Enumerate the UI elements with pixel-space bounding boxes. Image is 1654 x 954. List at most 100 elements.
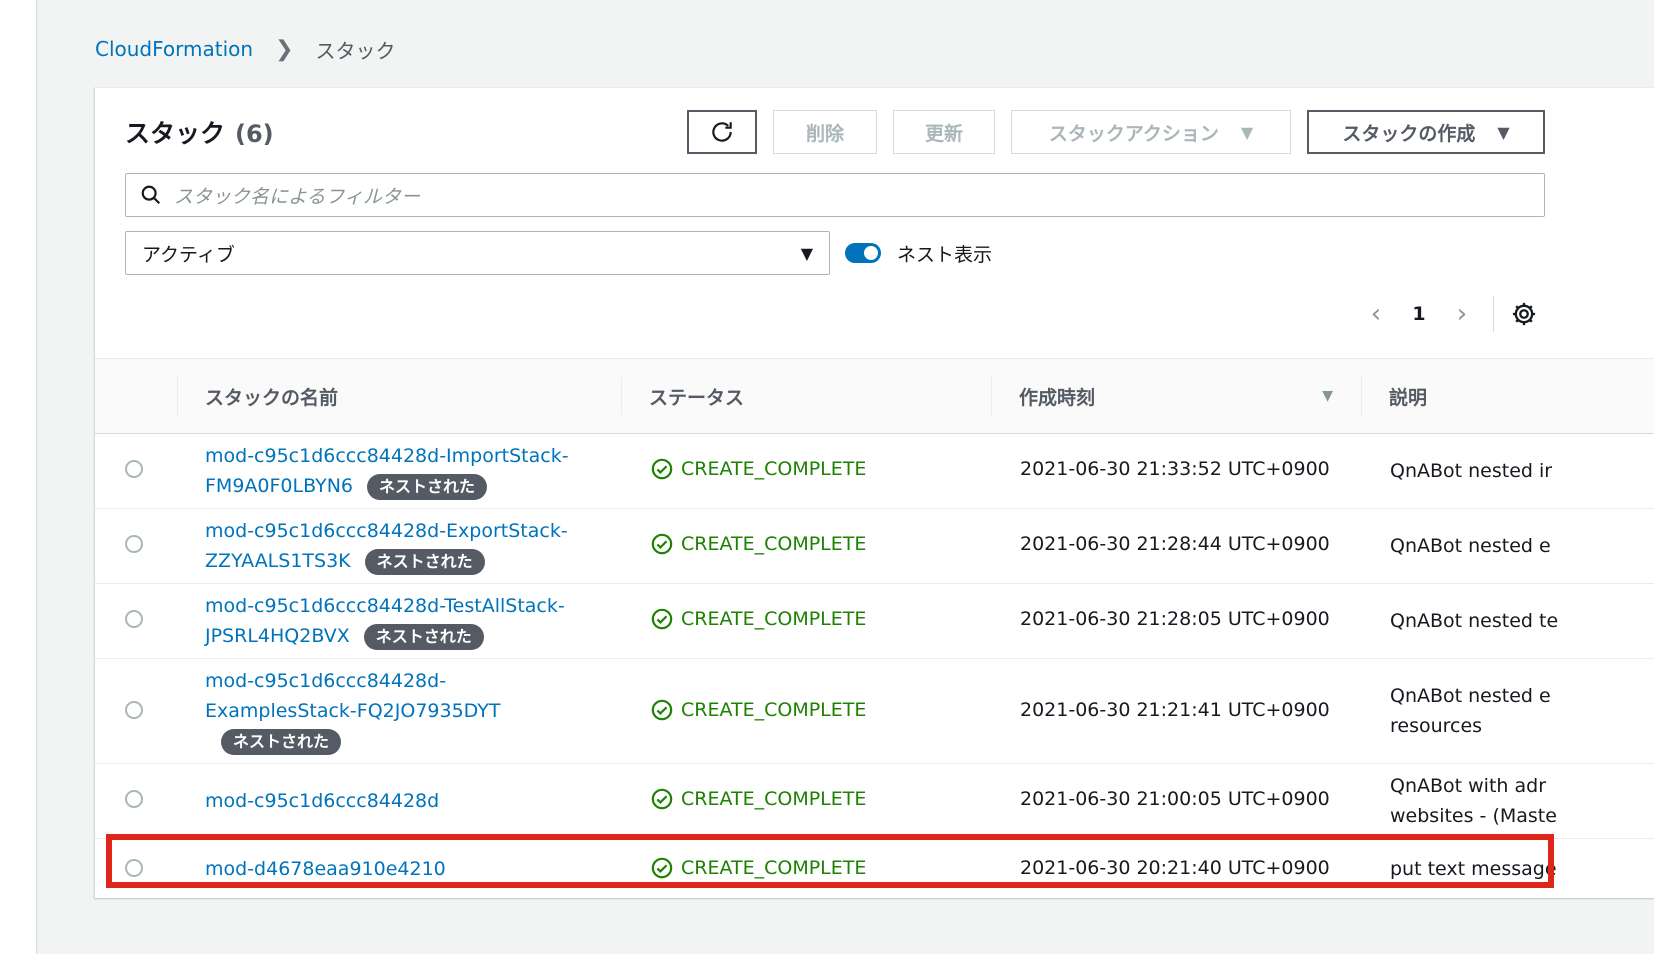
refresh-icon bbox=[712, 122, 732, 142]
description-line: resources bbox=[1390, 715, 1483, 737]
table-row[interactable]: mod-c95c1d6ccc84428d- ExamplesStack-FQ2J… bbox=[95, 659, 1654, 764]
row-radio[interactable] bbox=[125, 610, 143, 628]
column-header-description-label: 説明 bbox=[1389, 386, 1428, 409]
check-circle-icon bbox=[651, 788, 673, 810]
stack-name-link[interactable]: mod-c95c1d6ccc84428d-ExportStack- bbox=[205, 520, 568, 542]
row-radio[interactable] bbox=[125, 790, 143, 808]
status-text: CREATE_COMPLETE bbox=[681, 533, 867, 555]
breadcrumb-cloudformation[interactable]: CloudFormation bbox=[95, 37, 253, 61]
status-filter-select[interactable]: アクティブ ▼ bbox=[125, 231, 830, 275]
stack-name-link-cont[interactable]: JPSRL4HQ2BVX bbox=[205, 625, 350, 647]
breadcrumb-current: スタック bbox=[315, 38, 396, 63]
table-row[interactable]: mod-c95c1d6ccc84428d-ImportStack- FM9A0F… bbox=[95, 434, 1654, 509]
column-header-name[interactable]: スタックの名前 bbox=[177, 359, 621, 433]
stacks-panel: スタック (6) 削除 更新 スタックアクション ▼ スタックの作成 ▼ スタッ… bbox=[94, 87, 1654, 898]
breadcrumb: CloudFormation ❯ スタック bbox=[95, 34, 396, 64]
stack-name-link[interactable]: mod-c95c1d6ccc84428d-TestAllStack- bbox=[205, 595, 565, 617]
column-header-created[interactable]: 作成時刻 ▼ bbox=[991, 359, 1361, 433]
status-cell: CREATE_COMPLETE bbox=[651, 699, 866, 721]
status-cell: CREATE_COMPLETE bbox=[651, 788, 866, 810]
column-divider bbox=[621, 377, 622, 415]
stack-actions-button[interactable]: スタックアクション ▼ bbox=[1011, 110, 1291, 154]
created-time: 2021-06-30 21:33:52 UTC+0900 bbox=[1020, 458, 1330, 480]
left-nav-rail bbox=[0, 0, 37, 954]
status-text: CREATE_COMPLETE bbox=[681, 458, 867, 480]
stack-name-link-cont[interactable]: ExamplesStack-FQ2JO7935DYT bbox=[205, 700, 500, 722]
create-stack-button[interactable]: スタックの作成 ▼ bbox=[1307, 110, 1545, 154]
column-header-status[interactable]: ステータス bbox=[621, 359, 991, 433]
row-radio[interactable] bbox=[125, 535, 143, 553]
nested-badge: ネストされた bbox=[364, 548, 485, 575]
row-radio[interactable] bbox=[125, 859, 143, 877]
column-header-name-label: スタックの名前 bbox=[205, 386, 339, 409]
stack-name-link[interactable]: mod-d4678eaa910e4210 bbox=[205, 858, 446, 880]
table-row-selected-highlight[interactable]: mod-d4678eaa910e4210 CREATE_COMPLETE 202… bbox=[95, 839, 1654, 898]
search-icon bbox=[141, 185, 161, 205]
row-radio[interactable] bbox=[125, 460, 143, 478]
description-line: websites - (Maste bbox=[1390, 805, 1557, 827]
description-line: QnABot with adr bbox=[1390, 775, 1547, 797]
stack-name-cell: mod-d4678eaa910e4210 bbox=[205, 854, 595, 884]
description-line: QnABot nested e bbox=[1390, 685, 1551, 707]
table-header: スタックの名前 ステータス 作成時刻 ▼ 説明 bbox=[95, 358, 1654, 434]
status-text: CREATE_COMPLETE bbox=[681, 788, 867, 810]
check-circle-icon bbox=[651, 608, 673, 630]
description: QnABot nested e bbox=[1390, 535, 1551, 557]
description: put text message bbox=[1390, 858, 1557, 880]
check-circle-icon bbox=[651, 533, 673, 555]
table-row[interactable]: mod-c95c1d6ccc84428d-TestAllStack- JPSRL… bbox=[95, 584, 1654, 659]
update-button[interactable]: 更新 bbox=[893, 110, 995, 154]
stack-name-link-cont[interactable]: ZZYAALS1TS3K bbox=[205, 550, 351, 572]
stack-name-cell: mod-c95c1d6ccc84428d-ImportStack- FM9A0F… bbox=[205, 441, 595, 501]
stack-actions-label: スタックアクション bbox=[1048, 122, 1219, 145]
stacks-table: スタックの名前 ステータス 作成時刻 ▼ 説明 mod-c95c1d6ccc84… bbox=[95, 358, 1654, 898]
stack-name-link-cont[interactable]: FM9A0F0LBYN6 bbox=[205, 475, 353, 497]
gear-icon[interactable] bbox=[1510, 300, 1538, 328]
current-page[interactable]: 1 bbox=[1391, 303, 1447, 325]
created-time: 2021-06-30 21:28:44 UTC+0900 bbox=[1020, 533, 1330, 555]
nested-view-label: ネスト表示 bbox=[897, 243, 993, 266]
table-row[interactable]: mod-c95c1d6ccc84428d CREATE_COMPLETE 202… bbox=[95, 764, 1654, 839]
nested-view-toggle-group: ネスト表示 bbox=[845, 236, 992, 270]
previous-page-icon[interactable]: ‹ bbox=[1361, 299, 1391, 329]
column-header-description[interactable]: 説明 bbox=[1361, 359, 1654, 433]
check-circle-icon bbox=[651, 458, 673, 480]
column-header-created-label: 作成時刻 bbox=[1019, 386, 1096, 409]
caret-down-icon: ▼ bbox=[1240, 122, 1254, 142]
check-circle-icon bbox=[651, 857, 673, 879]
stack-name-cell: mod-c95c1d6ccc84428d bbox=[205, 786, 595, 816]
column-divider bbox=[991, 377, 992, 415]
status-cell: CREATE_COMPLETE bbox=[651, 533, 866, 555]
next-page-icon[interactable]: › bbox=[1447, 299, 1477, 329]
table-row[interactable]: mod-c95c1d6ccc84428d-ExportStack- ZZYAAL… bbox=[95, 509, 1654, 584]
nested-badge: ネストされた bbox=[367, 473, 488, 500]
status-cell: CREATE_COMPLETE bbox=[651, 608, 866, 630]
panel-title-text: スタック bbox=[125, 119, 226, 148]
divider bbox=[1493, 296, 1494, 332]
chevron-right-icon: ❯ bbox=[275, 36, 294, 62]
delete-button[interactable]: 削除 bbox=[773, 110, 877, 154]
stack-name-link[interactable]: mod-c95c1d6ccc84428d-ImportStack- bbox=[205, 445, 569, 467]
description: QnABot nested te bbox=[1390, 610, 1559, 632]
column-header-status-label: ステータス bbox=[649, 386, 745, 409]
search-input[interactable]: スタック名によるフィルター bbox=[125, 173, 1545, 217]
stack-name-cell: mod-c95c1d6ccc84428d-TestAllStack- JPSRL… bbox=[205, 591, 595, 651]
sort-descending-icon[interactable]: ▼ bbox=[1322, 388, 1333, 404]
panel-title: スタック (6) bbox=[125, 114, 274, 150]
stack-name-cell: mod-c95c1d6ccc84428d-ExportStack- ZZYAAL… bbox=[205, 516, 595, 576]
description: QnABot nested ir bbox=[1390, 460, 1553, 482]
created-time: 2021-06-30 21:21:41 UTC+0900 bbox=[1020, 699, 1330, 721]
nested-view-toggle[interactable] bbox=[845, 243, 881, 263]
row-radio[interactable] bbox=[125, 701, 143, 719]
toggle-knob bbox=[864, 246, 878, 260]
status-text: CREATE_COMPLETE bbox=[681, 857, 867, 879]
column-divider bbox=[177, 377, 178, 415]
stack-name-link[interactable]: mod-c95c1d6ccc84428d- bbox=[205, 670, 446, 692]
nested-badge: ネストされた bbox=[363, 623, 484, 650]
created-time: 2021-06-30 20:21:40 UTC+0900 bbox=[1020, 857, 1330, 879]
stack-name-cell: mod-c95c1d6ccc84428d- ExamplesStack-FQ2J… bbox=[205, 666, 595, 756]
created-time: 2021-06-30 21:28:05 UTC+0900 bbox=[1020, 608, 1330, 630]
refresh-button[interactable] bbox=[687, 110, 757, 154]
status-cell: CREATE_COMPLETE bbox=[651, 857, 866, 879]
stack-name-link[interactable]: mod-c95c1d6ccc84428d bbox=[205, 790, 439, 812]
